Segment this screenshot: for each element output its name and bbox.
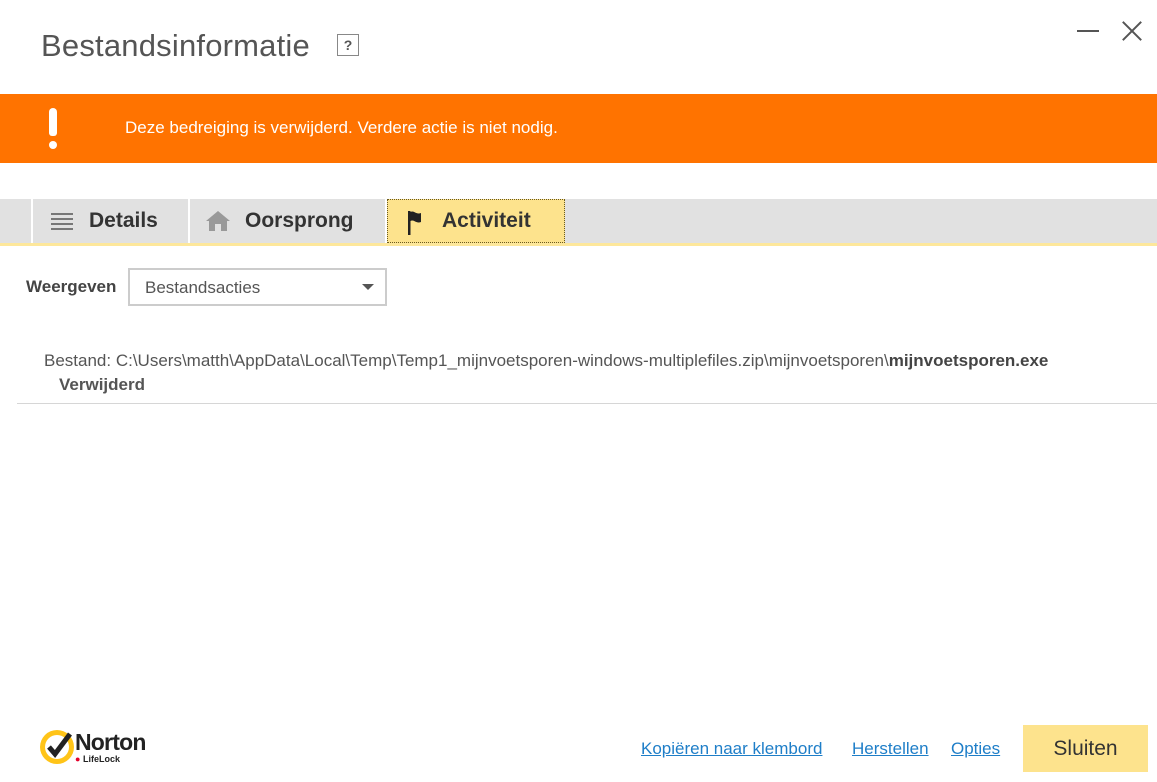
window-title: Bestandsinformatie <box>41 28 310 63</box>
alert-message: Deze bedreiging is verwijderd. Verdere a… <box>125 118 558 137</box>
close-icon[interactable] <box>1121 20 1143 42</box>
restore-link[interactable]: Herstellen <box>852 739 929 759</box>
tab-bar: Details Oorsprong Activiteit <box>0 199 1157 243</box>
file-path-prefix: Bestand: C:\Users\matth\AppData\Local\Te… <box>44 351 889 370</box>
norton-logo: Norton ● LifeLock <box>40 728 170 770</box>
view-dropdown-value: Bestandsacties <box>145 278 261 297</box>
options-link[interactable]: Opties <box>951 739 1000 759</box>
file-status: Verwijderd <box>59 375 145 394</box>
brand-sub-text: LifeLock <box>82 754 120 764</box>
tab-activity[interactable]: Activiteit <box>387 199 565 243</box>
brand-name: Norton <box>75 729 146 755</box>
chevron-down-icon <box>362 284 374 290</box>
tab-activity-label: Activiteit <box>442 209 531 232</box>
checkmark-icon <box>40 730 74 764</box>
minimize-icon[interactable] <box>1076 17 1100 45</box>
flag-icon <box>402 210 428 235</box>
brand-sub: ● LifeLock <box>75 754 120 764</box>
view-dropdown[interactable]: Bestandsacties <box>128 268 387 306</box>
divider <box>17 403 1157 404</box>
copy-to-clipboard-link[interactable]: Kopiëren naar klembord <box>641 739 822 759</box>
exclamation-icon <box>44 108 62 150</box>
tab-details[interactable]: Details <box>35 199 188 243</box>
tab-origin-label: Oorsprong <box>245 209 354 232</box>
home-icon <box>205 210 231 232</box>
tab-origin[interactable]: Oorsprong <box>191 199 385 243</box>
file-path: Bestand: C:\Users\matth\AppData\Local\Te… <box>44 351 1048 371</box>
list-icon <box>49 210 75 232</box>
alert-banner: Deze bedreiging is verwijderd. Verdere a… <box>0 94 1157 163</box>
tab-underline <box>0 243 1157 246</box>
tab-details-label: Details <box>89 209 158 232</box>
file-name: mijnvoetsporen.exe <box>888 351 1049 370</box>
help-icon[interactable]: ? <box>337 34 359 56</box>
close-button[interactable]: Sluiten <box>1023 725 1148 772</box>
view-label: Weergeven <box>26 277 117 296</box>
